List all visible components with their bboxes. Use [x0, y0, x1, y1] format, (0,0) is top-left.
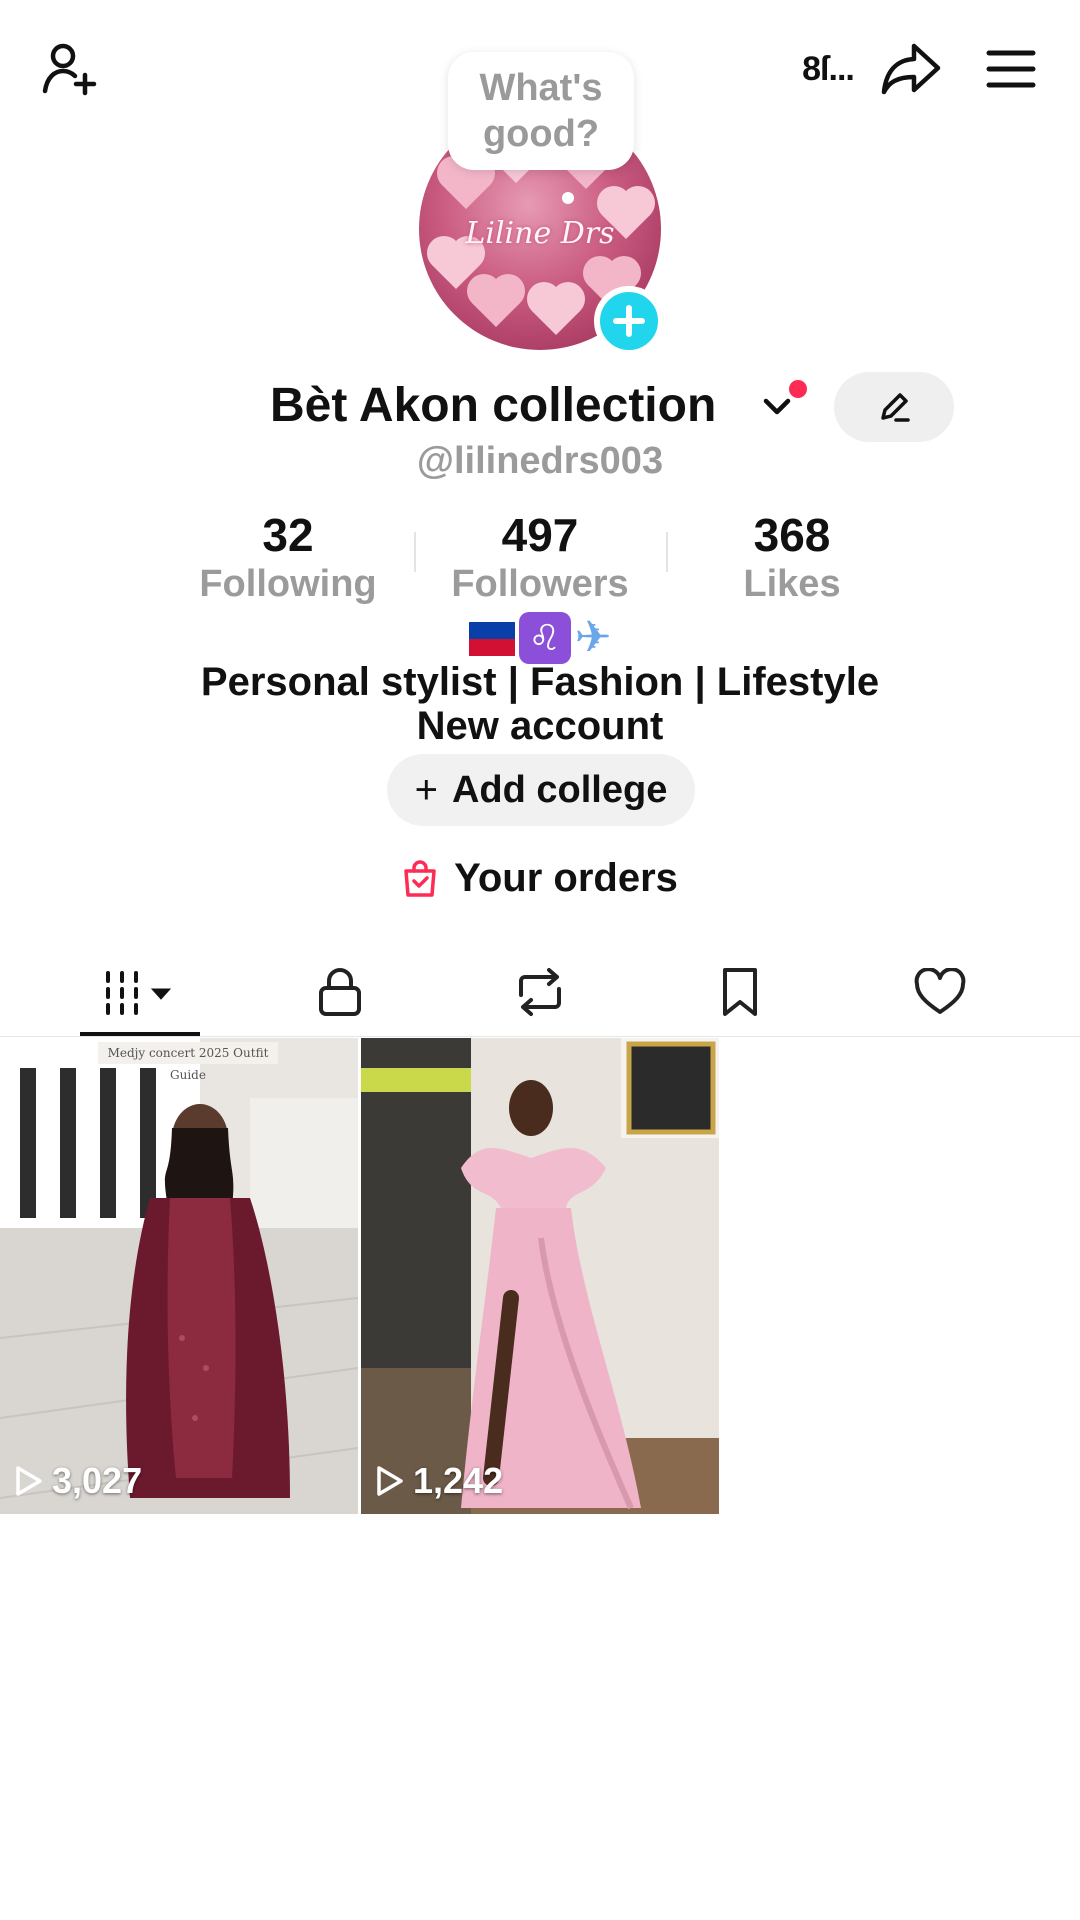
airplane-icon: ✈ [574, 612, 612, 663]
profile-handle: @lilinedrs003 [416, 440, 664, 482]
add-friend-button[interactable] [34, 34, 104, 104]
status-bubble-text: What's good? [479, 67, 603, 155]
edit-profile-button[interactable] [834, 372, 954, 442]
video-thumbnail-image [361, 1038, 719, 1514]
plus-icon [613, 305, 645, 337]
hamburger-menu-icon [986, 50, 1036, 88]
tab-liked[interactable] [880, 952, 1000, 1032]
tab-private[interactable] [280, 952, 400, 1032]
play-icon [16, 1466, 42, 1496]
avatar-signature: Liline Drs [465, 216, 615, 251]
following-label: Following [199, 563, 377, 605]
video-thumbnail[interactable]: 1,242 [361, 1038, 719, 1514]
bio-line-1: Personal stylist | Fashion | Lifestyle [200, 660, 880, 704]
person-plus-icon [42, 43, 97, 96]
bio-line-2: New account [416, 704, 664, 748]
leo-sign-icon: ♌ [518, 612, 571, 664]
followers-stat[interactable]: 497 Followers [430, 508, 650, 606]
share-arrow-icon [881, 43, 941, 95]
your-orders-label: Your orders [454, 856, 678, 900]
bookmark-icon [723, 968, 757, 1016]
view-count-text: 1,242 [413, 1460, 504, 1501]
tab-videos[interactable] [80, 952, 200, 1032]
followers-count: 497 [501, 509, 579, 561]
snip-button[interactable]: 8ſ... [780, 34, 876, 104]
bubble-tail-dot [562, 192, 574, 204]
stat-divider [414, 532, 416, 572]
following-count: 32 [262, 509, 314, 561]
play-icon [377, 1466, 403, 1496]
add-college-label: Add college [451, 768, 668, 811]
add-story-button[interactable] [594, 286, 664, 356]
menu-button[interactable] [976, 34, 1046, 104]
notification-dot [789, 380, 807, 398]
video-caption-label: Medjy concert 2025 Outfit Guide [98, 1042, 278, 1082]
view-count: 1,242 [375, 1460, 503, 1502]
status-bubble[interactable]: What's good? [448, 52, 634, 170]
likes-stat[interactable]: 368 Likes [682, 508, 902, 606]
share-button[interactable] [876, 34, 946, 104]
profile-name[interactable]: Bèt Akon collection [270, 378, 716, 433]
shopping-bag-icon [404, 859, 436, 897]
haiti-flag-icon [468, 622, 515, 656]
tab-favorites[interactable] [680, 952, 800, 1032]
snip-label: 8ſ... [802, 49, 855, 88]
repost-icon [519, 968, 561, 1016]
likes-label: Likes [743, 563, 841, 605]
view-count-text: 3,027 [52, 1460, 143, 1501]
your-orders-link[interactable]: Your orders [0, 856, 1080, 901]
stat-divider [666, 532, 668, 572]
plus-icon: + [414, 767, 438, 812]
lock-icon [319, 968, 361, 1016]
view-count: 3,027 [14, 1460, 142, 1502]
followers-label: Followers [451, 563, 629, 605]
chevron-down-icon[interactable] [762, 396, 792, 418]
tab-reposts[interactable] [480, 952, 600, 1032]
pencil-icon [881, 393, 910, 422]
likes-count: 368 [753, 509, 831, 561]
grid-filter-icon [106, 971, 172, 1015]
following-stat[interactable]: 32 Following [178, 508, 398, 606]
video-thumbnail-image [0, 1038, 358, 1514]
heart-icon [914, 968, 966, 1014]
video-thumbnail[interactable]: Medjy concert 2025 Outfit Guide 3,027 [0, 1038, 358, 1514]
tabs-divider [0, 1036, 1080, 1037]
bio-emojis: ♌ ✈ [0, 612, 1080, 664]
add-college-button[interactable]: + Add college [387, 754, 695, 826]
